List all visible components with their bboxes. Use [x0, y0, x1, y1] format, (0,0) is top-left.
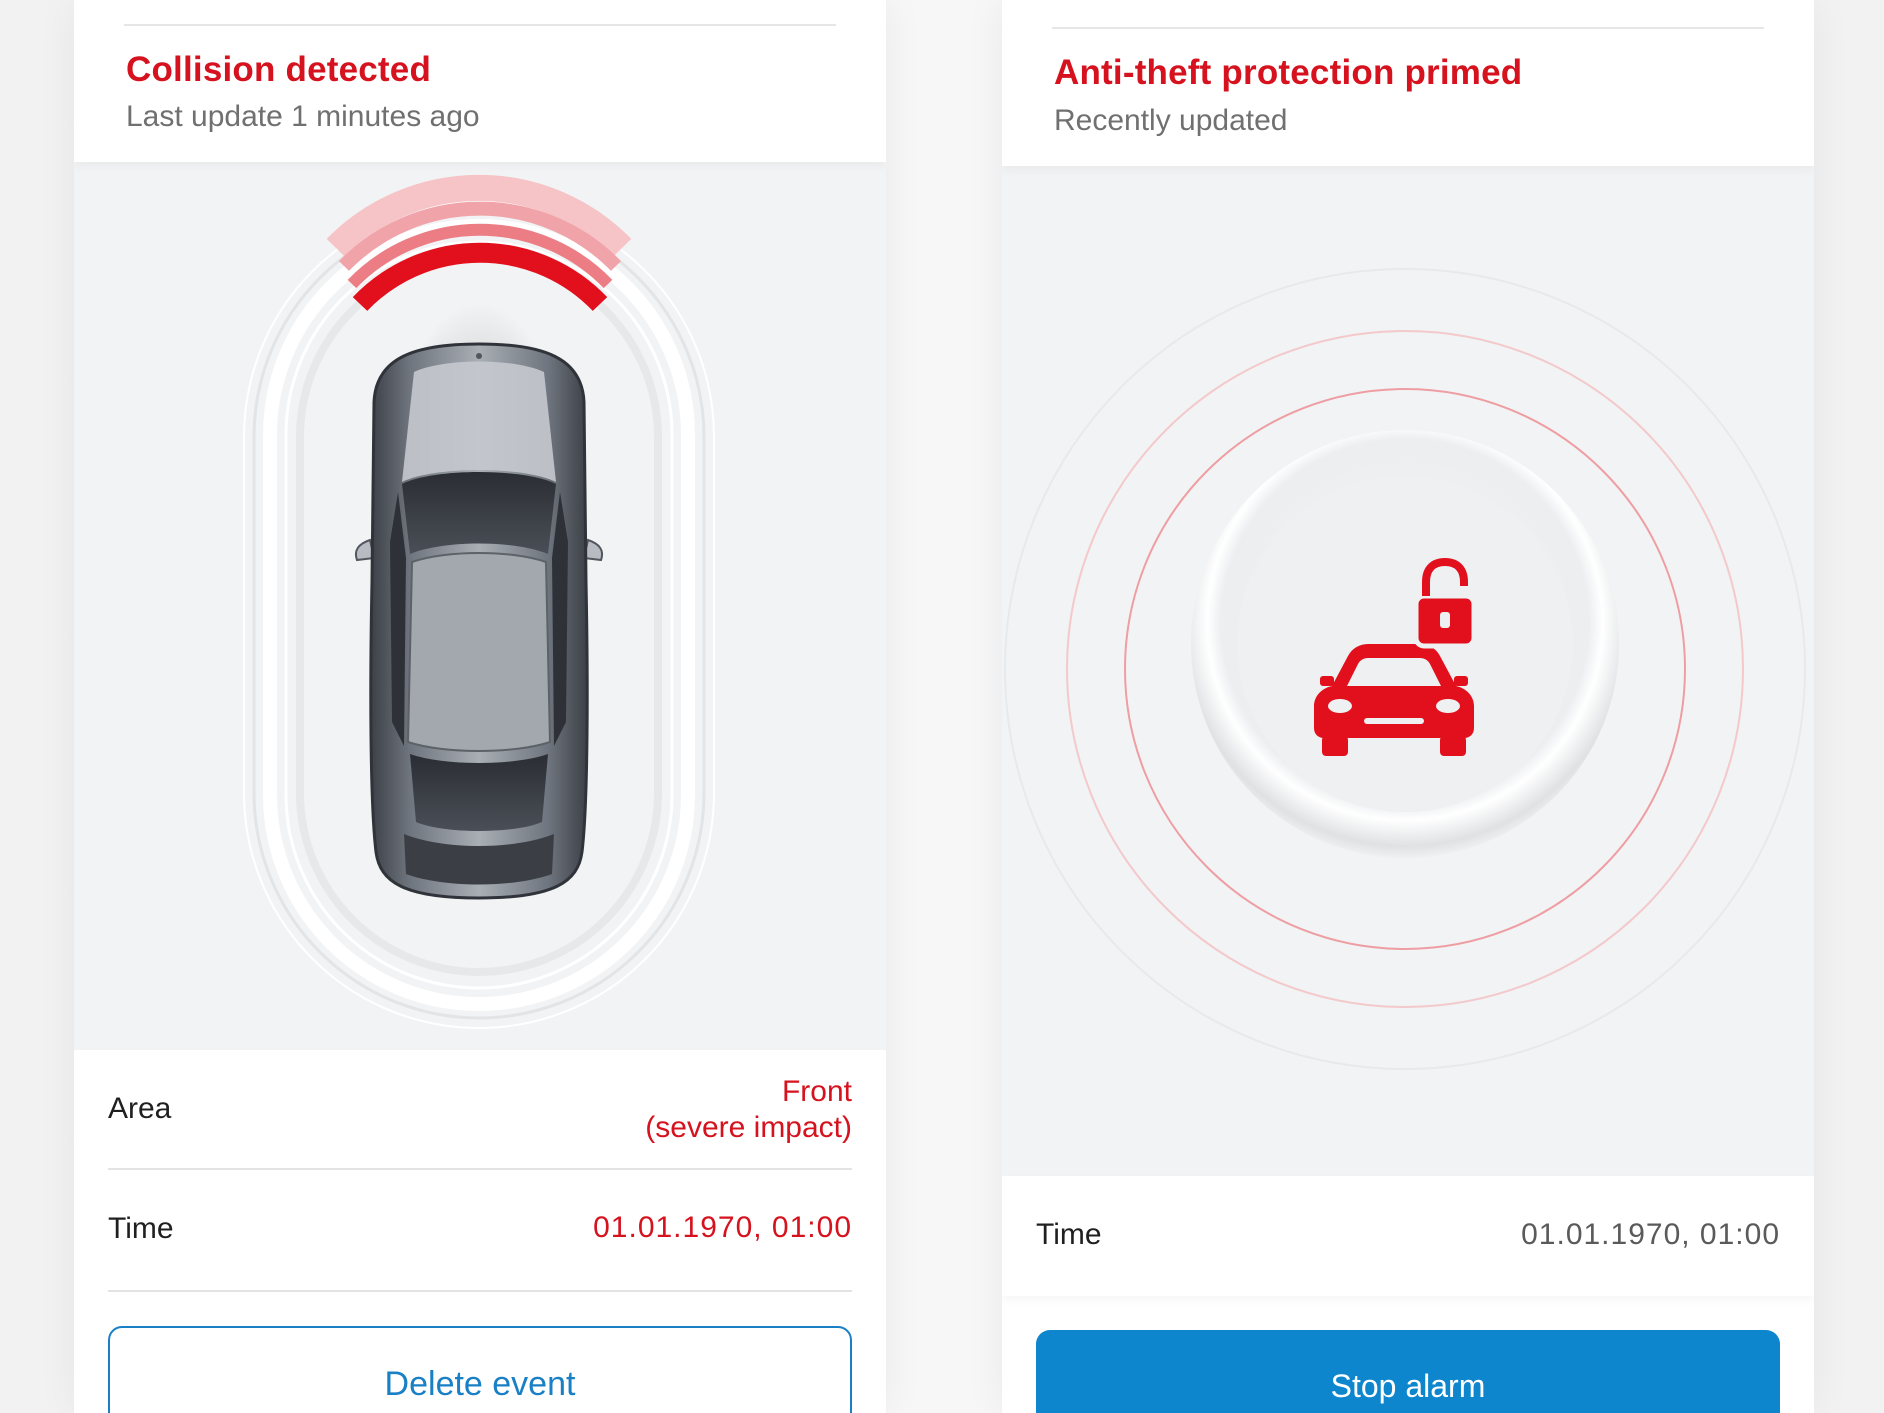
collision-last-update: Last update 1 minutes ago [126, 100, 480, 133]
time-row: Time 01.01.1970, 01:00 [1002, 1176, 1814, 1296]
header-divider [1052, 27, 1764, 29]
area-value: Front (severe impact) [645, 1074, 852, 1146]
time-value: 01.01.1970, 01:00 [1521, 1218, 1780, 1251]
time-row: Time 01.01.1970, 01:00 [108, 1170, 852, 1292]
anti-theft-visual [1002, 166, 1814, 1176]
header-divider [124, 24, 836, 26]
anti-theft-title: Anti-theft protection primed [1054, 53, 1523, 92]
stop-alarm-button[interactable]: Stop alarm [1036, 1330, 1780, 1413]
area-value-line2: (severe impact) [645, 1111, 852, 1144]
anti-theft-last-update: Recently updated [1054, 104, 1288, 137]
anti-theft-screen: Anti-theft protection primed Recently up… [1002, 0, 1814, 1413]
collision-status-header: Collision detected Last update 1 minutes… [74, 0, 886, 162]
alarm-radar-diagram [1004, 268, 1806, 1070]
car-top-view [354, 302, 604, 902]
collision-screen: Collision detected Last update 1 minutes… [74, 0, 886, 1413]
area-value-line1: Front [781, 1075, 852, 1108]
time-label: Time [108, 1212, 174, 1245]
time-value: 01.01.1970, 01:00 [593, 1211, 852, 1244]
anti-theft-status-header: Anti-theft protection primed Recently up… [1002, 0, 1814, 166]
area-label: Area [108, 1092, 172, 1125]
app-screens: Collision detected Last update 1 minutes… [0, 0, 1884, 1413]
delete-event-button[interactable]: Delete event [108, 1326, 852, 1413]
collision-visual [74, 162, 886, 1050]
collision-title: Collision detected [126, 50, 432, 89]
car-impact-diagram [243, 174, 715, 1029]
time-label: Time [1036, 1218, 1102, 1251]
area-row: Area Front (severe impact) [108, 1050, 852, 1170]
